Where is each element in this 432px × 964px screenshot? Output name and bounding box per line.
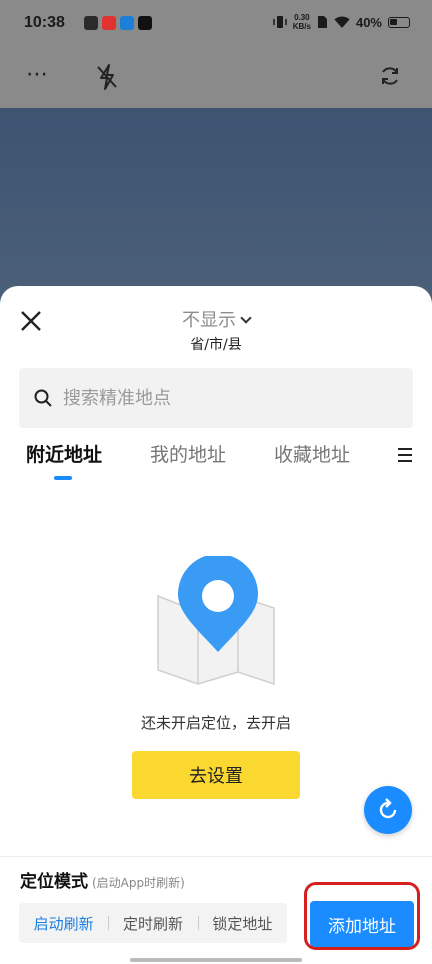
tiktok-icon — [138, 16, 152, 30]
notification-icons — [84, 16, 152, 30]
location-mode-panel: 定位模式 (启动App时刷新) 启动刷新 定时刷新 锁定地址 添加地址 — [0, 856, 432, 964]
tab-menu-icon[interactable] — [398, 448, 412, 466]
sheet-title[interactable]: 不显示 省/市/县 — [0, 306, 432, 354]
visibility-selector[interactable]: 不显示 — [0, 306, 432, 332]
empty-state-message: 还未开启定位，去开启 — [140, 714, 291, 732]
add-address-button[interactable]: 添加地址 — [310, 901, 414, 947]
mode-option-timed-refresh[interactable]: 定时刷新 — [108, 913, 197, 934]
visibility-label: 不显示 — [182, 310, 236, 331]
rotate-icon[interactable] — [378, 64, 402, 88]
home-indicator[interactable] — [130, 958, 302, 962]
net-speed: 0.30 KB/s — [293, 13, 311, 31]
chevron-down-icon — [240, 312, 252, 324]
mode-option-lock-address[interactable]: 锁定地址 — [197, 913, 287, 934]
status-time: 10:38 — [24, 14, 65, 31]
top-toolbar: ⋯ — [0, 50, 432, 108]
flash-off-icon[interactable] — [94, 62, 120, 92]
refresh-icon — [379, 798, 397, 819]
status-bar: 10:38 0.30 KB/s 40% — [0, 0, 432, 50]
location-mode-hint: (启动App时刷新) — [92, 876, 185, 890]
search-icon — [34, 389, 52, 407]
net-speed-unit: KB/s — [292, 22, 311, 31]
sim-icon — [317, 16, 327, 28]
tab-nearby-address[interactable]: 附近地址 — [26, 440, 102, 467]
app-icon-2 — [102, 16, 116, 30]
battery-percent: 40% — [355, 14, 382, 30]
tab-my-address[interactable]: 我的地址 — [150, 440, 226, 467]
net-speed-value: 0.30 — [294, 13, 310, 22]
location-mode-selector: 启动刷新 定时刷新 锁定地址 — [19, 903, 287, 943]
wifi-icon — [334, 16, 350, 28]
status-right: 0.30 KB/s 40% — [272, 13, 410, 31]
refresh-location-button[interactable] — [364, 786, 412, 834]
vibrate-icon — [272, 16, 287, 28]
search-input[interactable] — [63, 387, 383, 409]
battery-icon — [388, 16, 410, 28]
camera-preview — [0, 108, 432, 308]
search-bar[interactable] — [19, 368, 413, 428]
tab-favorite-address[interactable]: 收藏地址 — [274, 440, 350, 467]
region-label: 省/市/县 — [190, 337, 242, 353]
more-icon[interactable]: ⋯ — [26, 62, 49, 87]
app-icon-3 — [120, 16, 134, 30]
location-map-illustration — [157, 556, 275, 686]
go-settings-button[interactable]: 去设置 — [132, 751, 300, 799]
location-mode-label: 定位模式 — [20, 872, 88, 892]
mode-option-startup-refresh[interactable]: 启动刷新 — [19, 913, 108, 934]
location-mode-title: 定位模式 (启动App时刷新) — [20, 867, 185, 892]
app-icon-1 — [84, 16, 98, 30]
active-tab-indicator — [54, 476, 72, 480]
address-sheet: 不显示 省/市/县 附近地址 我的地址 收藏地址 还未开启定位，去开启 去设置 … — [0, 286, 432, 964]
